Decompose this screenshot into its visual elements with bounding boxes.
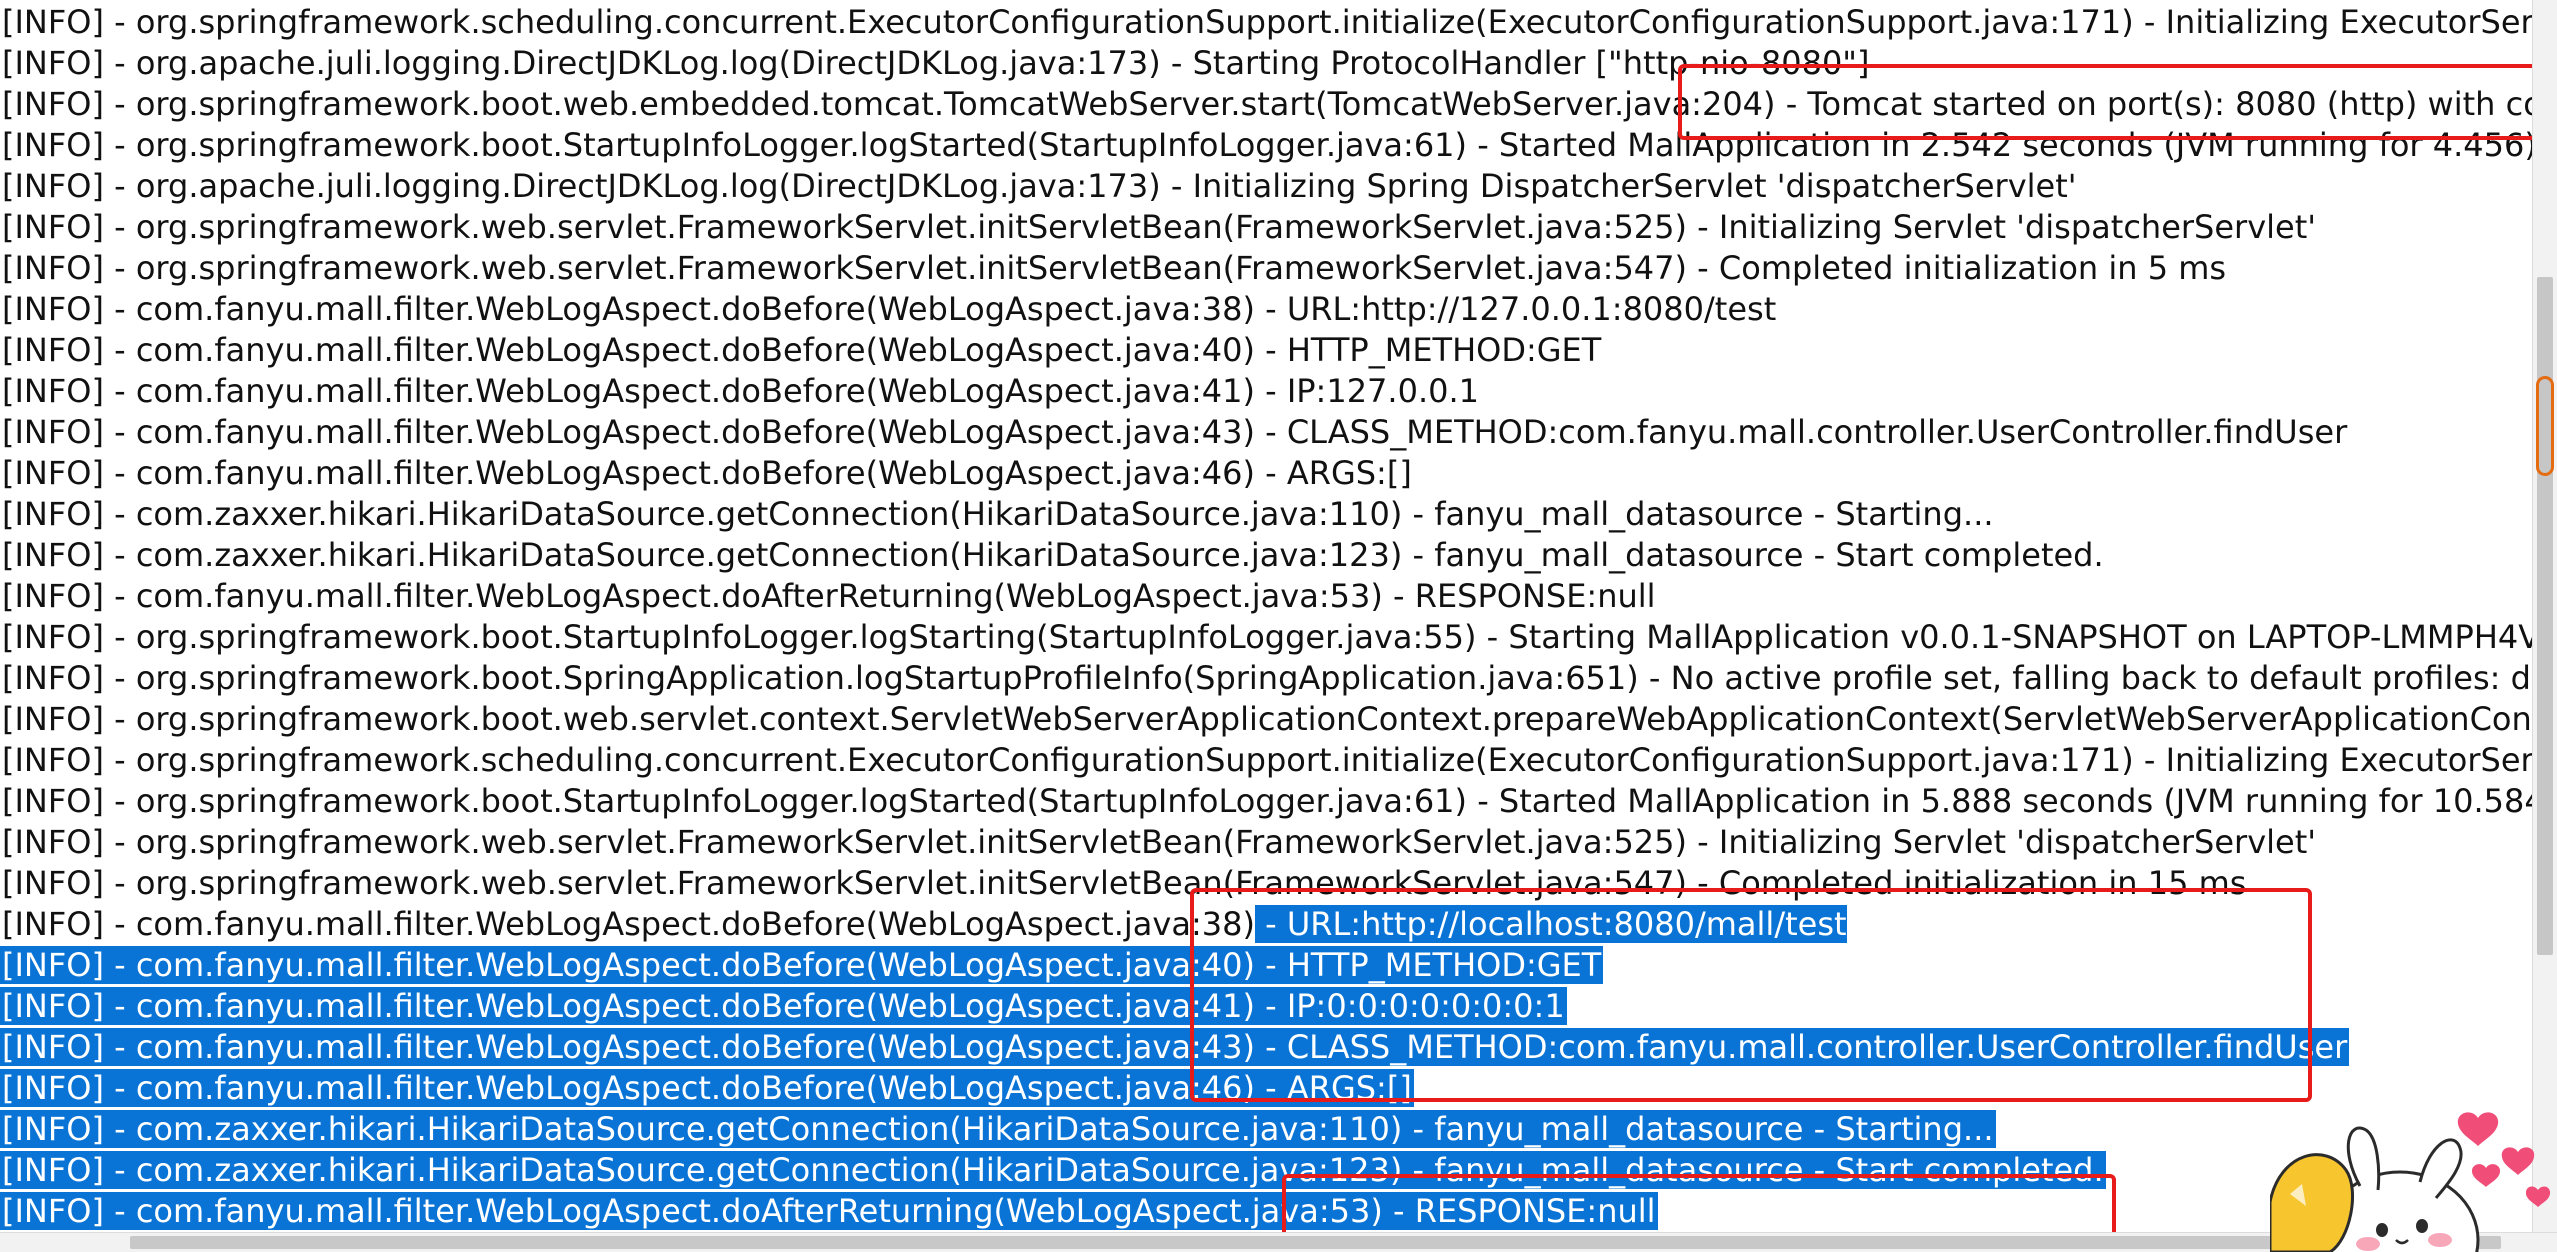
log-line[interactable]: [INFO] - org.springframework.web.servlet… <box>0 822 2318 863</box>
log-line[interactable]: [INFO] - org.springframework.boot.Startu… <box>0 125 2532 166</box>
log-line[interactable]: [INFO] - com.fanyu.mall.filter.WebLogAsp… <box>0 904 1849 945</box>
bunny-sticker-image <box>2270 1090 2557 1252</box>
log-line-text: [INFO] - org.springframework.boot.Startu… <box>2 782 2532 820</box>
log-line[interactable]: [INFO] - org.springframework.web.servlet… <box>0 863 2248 904</box>
log-line[interactable]: [INFO] - com.zaxxer.hikari.HikariDataSou… <box>0 535 2106 576</box>
log-line[interactable]: [INFO] - com.fanyu.mall.filter.WebLogAsp… <box>0 1068 1414 1109</box>
log-line-text: [INFO] - com.fanyu.mall.filter.WebLogAsp… <box>0 1069 1414 1107</box>
log-line[interactable]: [INFO] - com.fanyu.mall.filter.WebLogAsp… <box>0 986 1567 1027</box>
log-line[interactable]: [INFO] - com.fanyu.mall.filter.WebLogAsp… <box>0 330 1603 371</box>
log-line-text: [INFO] - org.springframework.boot.Startu… <box>2 618 2532 656</box>
log-line-text: [INFO] - com.zaxxer.hikari.HikariDataSou… <box>2 495 1994 533</box>
log-line[interactable]: [INFO] - com.fanyu.mall.filter.WebLogAsp… <box>0 289 1778 330</box>
log-line-text: [INFO] - org.springframework.web.servlet… <box>2 249 2227 287</box>
log-line[interactable]: [INFO] - org.apache.juli.logging.DirectJ… <box>0 43 1872 84</box>
log-line-text: [INFO] - com.fanyu.mall.filter.WebLogAsp… <box>2 331 1602 369</box>
log-line-text: [INFO] - org.springframework.scheduling.… <box>2 741 2532 779</box>
log-line[interactable]: [INFO] - com.fanyu.mall.filter.WebLogAsp… <box>0 371 1481 412</box>
log-line-text: [INFO] - org.springframework.boot.Spring… <box>2 659 2532 697</box>
log-line[interactable]: [INFO] - org.springframework.boot.Spring… <box>0 658 2532 699</box>
log-line-text: [INFO] - com.zaxxer.hikari.HikariDataSou… <box>2 536 2104 574</box>
log-line-text: [INFO] - com.fanyu.mall.filter.WebLogAsp… <box>2 372 1479 410</box>
log-line-text: [INFO] - com.fanyu.mall.filter.WebLogAsp… <box>2 454 1412 492</box>
log-line[interactable]: [INFO] - org.springframework.boot.Startu… <box>0 781 2532 822</box>
log-line[interactable]: [INFO] - com.fanyu.mall.filter.WebLogAsp… <box>0 453 1414 494</box>
log-line[interactable]: [INFO] - com.zaxxer.hikari.HikariDataSou… <box>0 1150 2106 1191</box>
log-line-text: [INFO] - com.zaxxer.hikari.HikariDataSou… <box>0 1110 1996 1148</box>
scroll-position-marker <box>2536 376 2554 476</box>
log-line-text: [INFO] - com.fanyu.mall.filter.WebLogAsp… <box>0 946 1604 984</box>
log-line[interactable]: [INFO] - org.springframework.boot.Startu… <box>0 617 2532 658</box>
log-line-text: [INFO] - org.springframework.web.servlet… <box>2 208 2317 246</box>
log-line[interactable]: [INFO] - org.springframework.scheduling.… <box>0 2 2532 43</box>
log-line-text: [INFO] - com.fanyu.mall.filter.WebLogAsp… <box>0 1192 1658 1230</box>
log-line-text: [INFO] - com.fanyu.mall.filter.WebLogAsp… <box>0 1028 2350 1066</box>
log-line-text: [INFO] - com.zaxxer.hikari.HikariDataSou… <box>0 1151 2106 1189</box>
log-line[interactable]: [INFO] - com.fanyu.mall.filter.WebLogAsp… <box>0 576 1658 617</box>
horizontal-scroll-thumb[interactable] <box>130 1236 2501 1249</box>
log-line-text: [INFO] - org.springframework.boot.web.em… <box>2 85 2532 123</box>
log-line[interactable]: [INFO] - com.fanyu.mall.filter.WebLogAsp… <box>0 945 1604 986</box>
bunny-with-hearts-icon <box>2270 1112 2551 1252</box>
log-line[interactable]: [INFO] - com.fanyu.mall.filter.WebLogAsp… <box>0 1191 1658 1232</box>
horizontal-scrollbar[interactable] <box>0 1232 2557 1252</box>
log-line-text: [INFO] - org.springframework.scheduling.… <box>2 3 2532 41</box>
log-line[interactable]: [INFO] - com.zaxxer.hikari.HikariDataSou… <box>0 1109 1996 1150</box>
log-line-text: [INFO] - com.fanyu.mall.filter.WebLogAsp… <box>0 987 1567 1025</box>
log-line[interactable]: [INFO] - org.springframework.web.servlet… <box>0 248 2228 289</box>
log-viewport[interactable]: [INFO] - org.springframework.scheduling.… <box>0 0 2532 1232</box>
log-line-text: [INFO] - org.apache.juli.logging.DirectJ… <box>2 44 1870 82</box>
vertical-scrollbar[interactable] <box>2532 0 2557 1232</box>
log-line-text: [INFO] - org.apache.juli.logging.DirectJ… <box>2 167 2077 205</box>
log-line-text: [INFO] - org.springframework.boot.Startu… <box>2 126 2532 164</box>
log-line-text: [INFO] - com.fanyu.mall.filter.WebLogAsp… <box>2 290 1777 328</box>
log-line-text: [INFO] - com.fanyu.mall.filter.WebLogAsp… <box>2 577 1656 615</box>
log-line[interactable]: [INFO] - com.fanyu.mall.filter.WebLogAsp… <box>0 412 2349 453</box>
log-line[interactable]: [INFO] - org.springframework.boot.web.em… <box>0 84 2532 125</box>
log-line[interactable]: [INFO] - org.springframework.web.servlet… <box>0 207 2318 248</box>
log-line-text: [INFO] - org.springframework.web.servlet… <box>2 823 2317 861</box>
log-line[interactable]: [INFO] - org.apache.juli.logging.DirectJ… <box>0 166 2079 207</box>
log-line[interactable]: [INFO] - com.fanyu.mall.filter.WebLogAsp… <box>0 1027 2350 1068</box>
log-line-text-unselected: [INFO] - com.fanyu.mall.filter.WebLogAsp… <box>2 905 1255 943</box>
log-line[interactable]: [INFO] - org.springframework.scheduling.… <box>0 740 2532 781</box>
log-line-text: [INFO] - org.springframework.web.servlet… <box>2 864 2247 902</box>
log-line[interactable]: [INFO] - org.springframework.boot.web.se… <box>0 699 2532 740</box>
log-line-text-selected: - URL:http://localhost:8080/mall/test <box>1254 905 1847 943</box>
log-line-text: [INFO] - com.fanyu.mall.filter.WebLogAsp… <box>2 413 2348 451</box>
log-line-text: [INFO] - com.fanyu.mall.filter.WebLogAsp… <box>0 905 1849 943</box>
log-line-text: [INFO] - org.springframework.boot.web.se… <box>2 700 2532 738</box>
log-line[interactable]: [INFO] - com.zaxxer.hikari.HikariDataSou… <box>0 494 1996 535</box>
